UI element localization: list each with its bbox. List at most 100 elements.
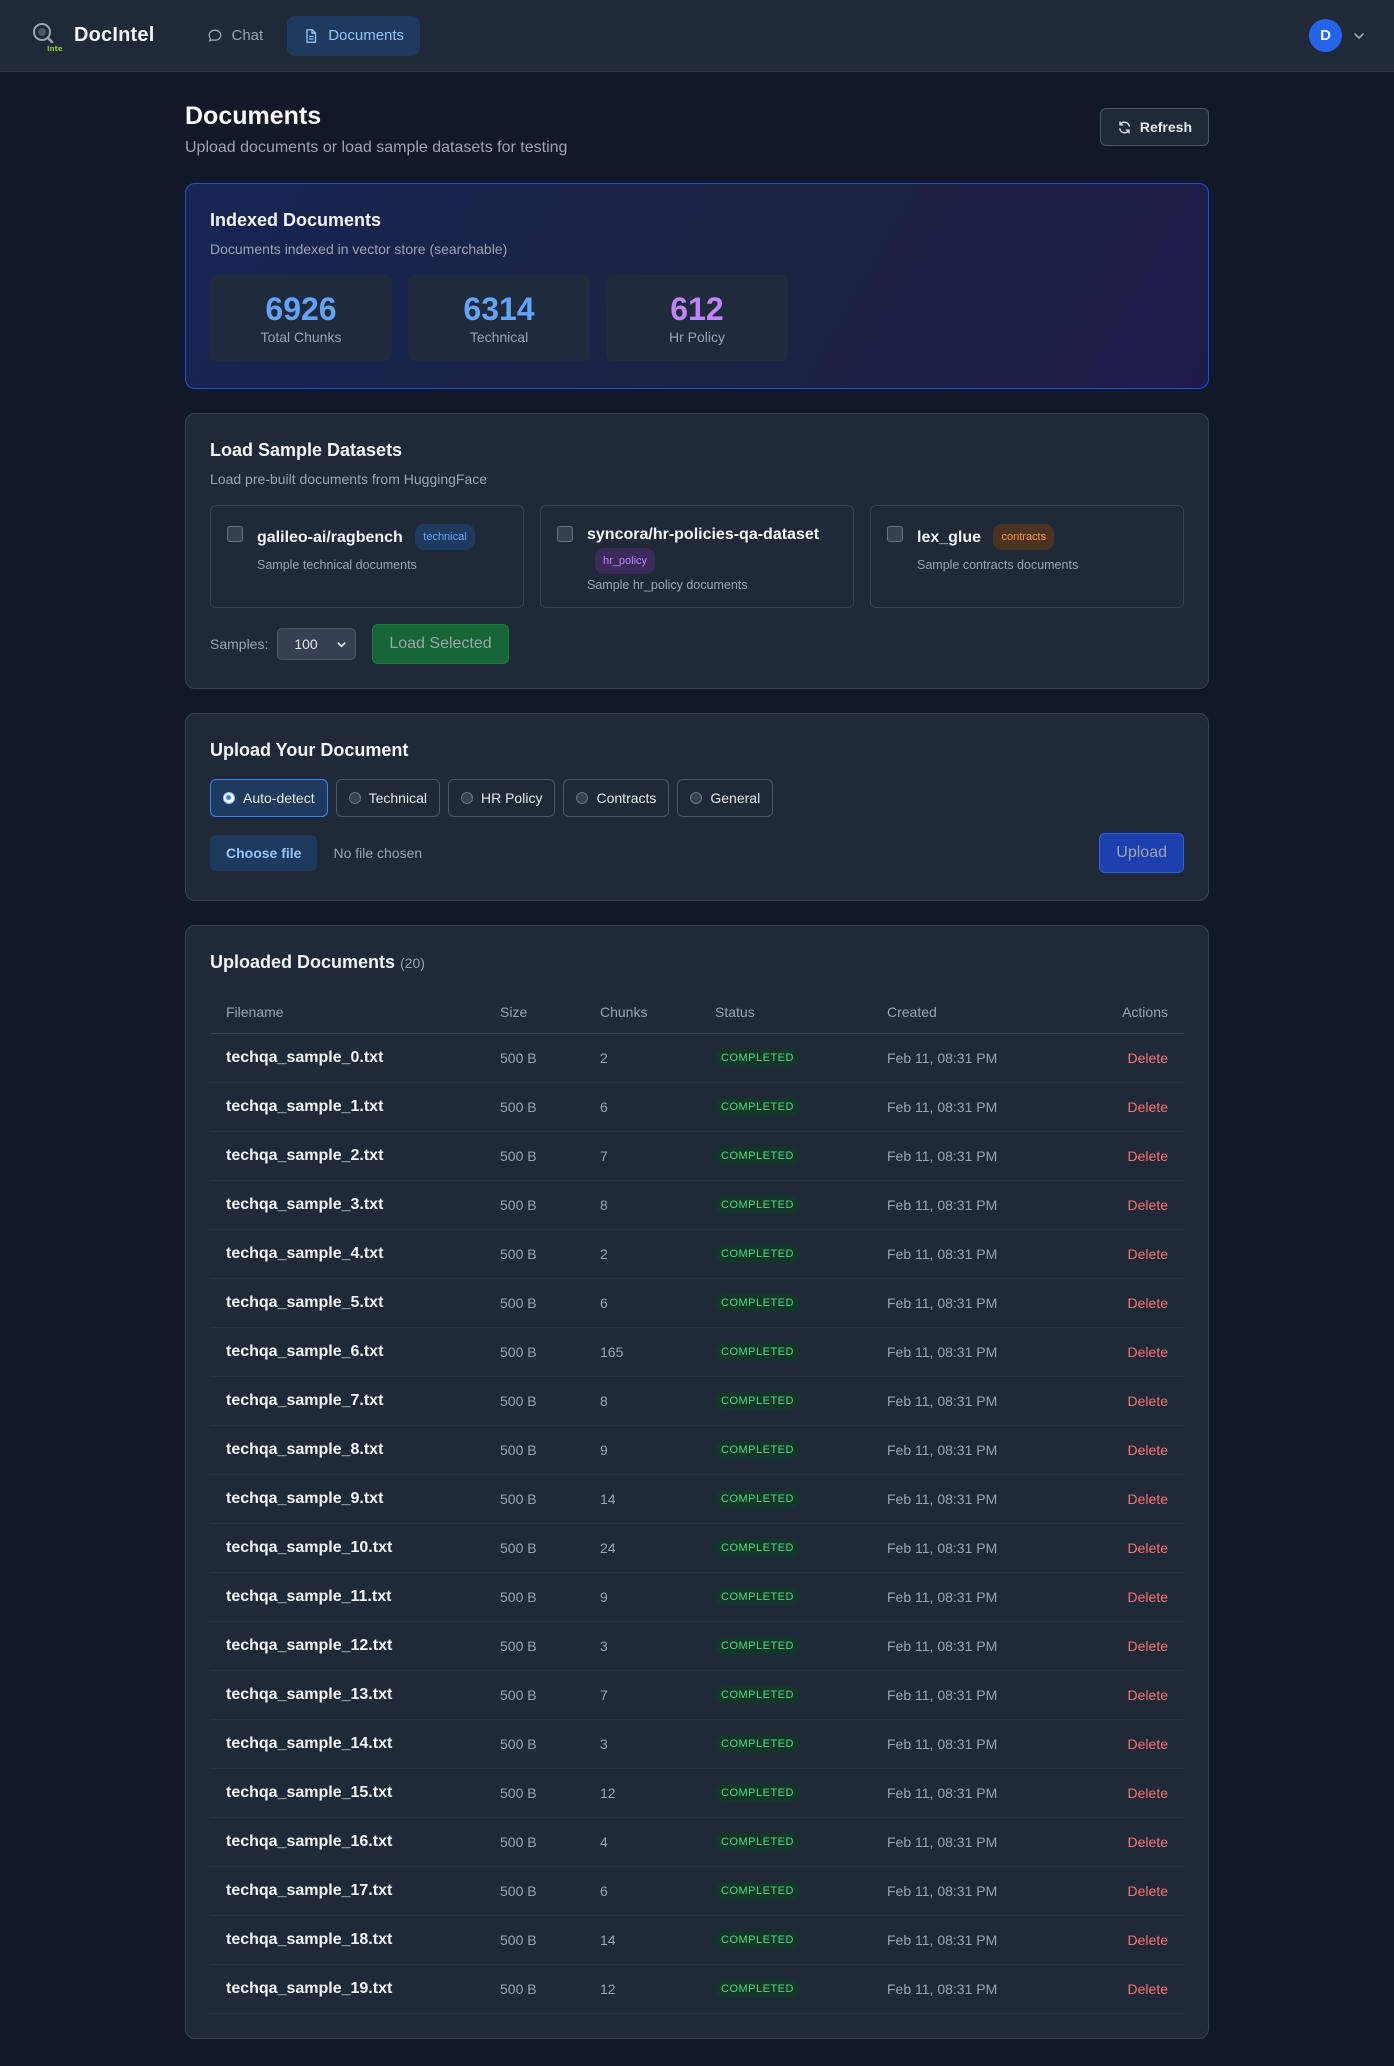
top-navbar: Intel DocIntel Chat Documents D [0,0,1394,72]
delete-button[interactable]: Delete [1128,1736,1168,1752]
choose-file-button[interactable]: Choose file [210,835,318,871]
table-row[interactable]: techqa_sample_6.txt 500 B 165 COMPLETED Feb … [210,1327,1184,1377]
stat-label: Technical [469,329,529,345]
column-header-chunks[interactable]: Chunks [584,991,699,1034]
delete-button[interactable]: Delete [1128,1491,1168,1507]
radio-auto-detect[interactable]: Auto-detect [210,779,328,817]
table-row[interactable]: techqa_sample_8.txt 500 B 9 COMPLETED Feb 11… [210,1425,1184,1475]
table-row[interactable]: techqa_sample_12.txt 500 B 3 COMPLETED Feb 1… [210,1621,1184,1671]
column-header-size[interactable]: Size [484,991,584,1034]
status-cell: COMPLETED [699,1866,871,1916]
delete-button[interactable]: Delete [1128,1393,1168,1409]
delete-button[interactable]: Delete [1128,1295,1168,1311]
column-header-filename[interactable]: Filename [210,991,484,1034]
table-row[interactable]: techqa_sample_9.txt 500 B 14 COMPLETED Feb 1… [210,1474,1184,1524]
delete-button[interactable]: Delete [1128,1246,1168,1262]
chunks-cell: 6 [584,1278,699,1328]
actions-cell: Delete [1073,1131,1184,1181]
nav-chat[interactable]: Chat [191,16,280,56]
delete-button[interactable]: Delete [1128,1442,1168,1458]
dataset-list: galileo-ai/ragbench technical Sample tec… [210,505,1184,608]
dataset-option-lex-glue[interactable]: lex_glue contracts Sample contracts docu… [870,505,1184,608]
status-badge: COMPLETED [715,1049,800,1067]
chunks-cell: 8 [584,1180,699,1230]
created-cell: Feb 11, 08:31 PM [871,1768,1074,1818]
column-header-created[interactable]: Created [871,991,1074,1034]
size-cell: 500 B [484,1768,584,1818]
size-cell: 500 B [484,1278,584,1328]
table-row[interactable]: techqa_sample_0.txt 500 B 2 COMPLETED Feb 11… [210,1033,1184,1083]
delete-button[interactable]: Delete [1128,1050,1168,1066]
chunks-cell: 9 [584,1572,699,1622]
refresh-button[interactable]: Refresh [1099,108,1209,146]
table-row[interactable]: techqa_sample_15.txt 500 B 12 COMPLETED Feb … [210,1768,1184,1818]
radio-technical[interactable]: Technical [335,779,440,817]
status-badge: COMPLETED [715,1392,800,1410]
samples-select[interactable]: 100 [277,628,357,660]
delete-button[interactable]: Delete [1128,1883,1168,1899]
upload-button[interactable]: Upload [1099,833,1184,873]
table-row[interactable]: techqa_sample_17.txt 500 B 6 COMPLETED Feb 1… [210,1866,1184,1916]
table-row[interactable]: techqa_sample_11.txt 500 B 9 COMPLETED Feb 1… [210,1572,1184,1622]
samples-label: Samples: [210,636,269,652]
load-selected-button[interactable]: Load Selected [372,624,509,664]
table-row[interactable]: techqa_sample_7.txt 500 B 8 COMPLETED Feb 11… [210,1376,1184,1426]
delete-button[interactable]: Delete [1128,1834,1168,1850]
table-row[interactable]: techqa_sample_18.txt 500 B 14 COMPLETED Feb … [210,1915,1184,1965]
created-cell: Feb 11, 08:31 PM [871,1523,1074,1573]
delete-button[interactable]: Delete [1128,1932,1168,1948]
table-row[interactable]: techqa_sample_3.txt 500 B 8 COMPLETED Feb 11… [210,1180,1184,1230]
table-row[interactable]: techqa_sample_5.txt 500 B 6 COMPLETED Feb 11… [210,1278,1184,1328]
delete-button[interactable]: Delete [1128,1785,1168,1801]
stat-technical: 6314 Technical [408,275,590,361]
column-header-status[interactable]: Status [699,991,871,1034]
size-cell: 500 B [484,1523,584,1573]
filename-cell: techqa_sample_17.txt [210,1866,484,1916]
delete-button[interactable]: Delete [1128,1540,1168,1556]
actions-cell: Delete [1073,1229,1184,1279]
radio-contracts[interactable]: Contracts [563,779,670,817]
user-menu[interactable]: D [1309,19,1366,52]
delete-button[interactable]: Delete [1128,1638,1168,1654]
documents-title: Uploaded Documents (20) [210,952,1184,973]
brand-name: DocIntel [74,24,155,46]
delete-button[interactable]: Delete [1128,1344,1168,1360]
dataset-checkbox[interactable] [887,526,903,542]
dataset-name: galileo-ai/ragbench [257,529,403,546]
created-cell: Feb 11, 08:31 PM [871,1131,1074,1181]
status-cell: COMPLETED [699,1082,871,1132]
table-row[interactable]: techqa_sample_2.txt 500 B 7 COMPLETED Feb 11… [210,1131,1184,1181]
delete-button[interactable]: Delete [1128,1099,1168,1115]
table-row[interactable]: techqa_sample_1.txt 500 B 6 COMPLETED Feb 11… [210,1082,1184,1132]
chevron-down-icon [337,641,346,647]
status-cell: COMPLETED [699,1327,871,1377]
delete-button[interactable]: Delete [1128,1981,1168,1997]
dataset-checkbox[interactable] [227,526,243,542]
radio-general[interactable]: General [677,779,774,817]
radio-dot [460,792,473,804]
delete-button[interactable]: Delete [1128,1197,1168,1213]
created-cell: Feb 11, 08:31 PM [871,1327,1074,1377]
table-row[interactable]: techqa_sample_13.txt 500 B 7 COMPLETED Feb 1… [210,1670,1184,1720]
dataset-option-hr-policies[interactable]: syncora/hr-policies-qa-dataset hr_policy… [540,505,854,608]
table-row[interactable]: techqa_sample_16.txt 500 B 4 COMPLETED Feb 1… [210,1817,1184,1867]
table-row[interactable]: techqa_sample_14.txt 500 B 3 COMPLETED Feb 1… [210,1719,1184,1769]
dataset-option-ragbench[interactable]: galileo-ai/ragbench technical Sample tec… [210,505,524,608]
radio-hr-policy[interactable]: HR Policy [447,779,556,817]
table-row[interactable]: techqa_sample_4.txt 500 B 2 COMPLETED Feb 11… [210,1229,1184,1279]
delete-button[interactable]: Delete [1128,1148,1168,1164]
nav-documents[interactable]: Documents [287,15,421,56]
table-row[interactable]: techqa_sample_10.txt 500 B 24 COMPLETED Feb … [210,1523,1184,1573]
table-row[interactable]: techqa_sample_19.txt 500 B 12 COMPLETED Feb … [210,1964,1184,2014]
dataset-checkbox[interactable] [557,526,573,542]
radio-dot [576,792,589,804]
status-cell: COMPLETED [699,1376,871,1426]
delete-button[interactable]: Delete [1128,1589,1168,1605]
stat-value: 612 [670,291,724,327]
filename-cell: techqa_sample_1.txt [210,1082,484,1132]
size-cell: 500 B [484,1425,584,1475]
delete-button[interactable]: Delete [1128,1687,1168,1703]
status-cell: COMPLETED [699,1180,871,1230]
status-badge: COMPLETED [715,1245,800,1263]
brand[interactable]: Intel DocIntel [28,18,155,53]
